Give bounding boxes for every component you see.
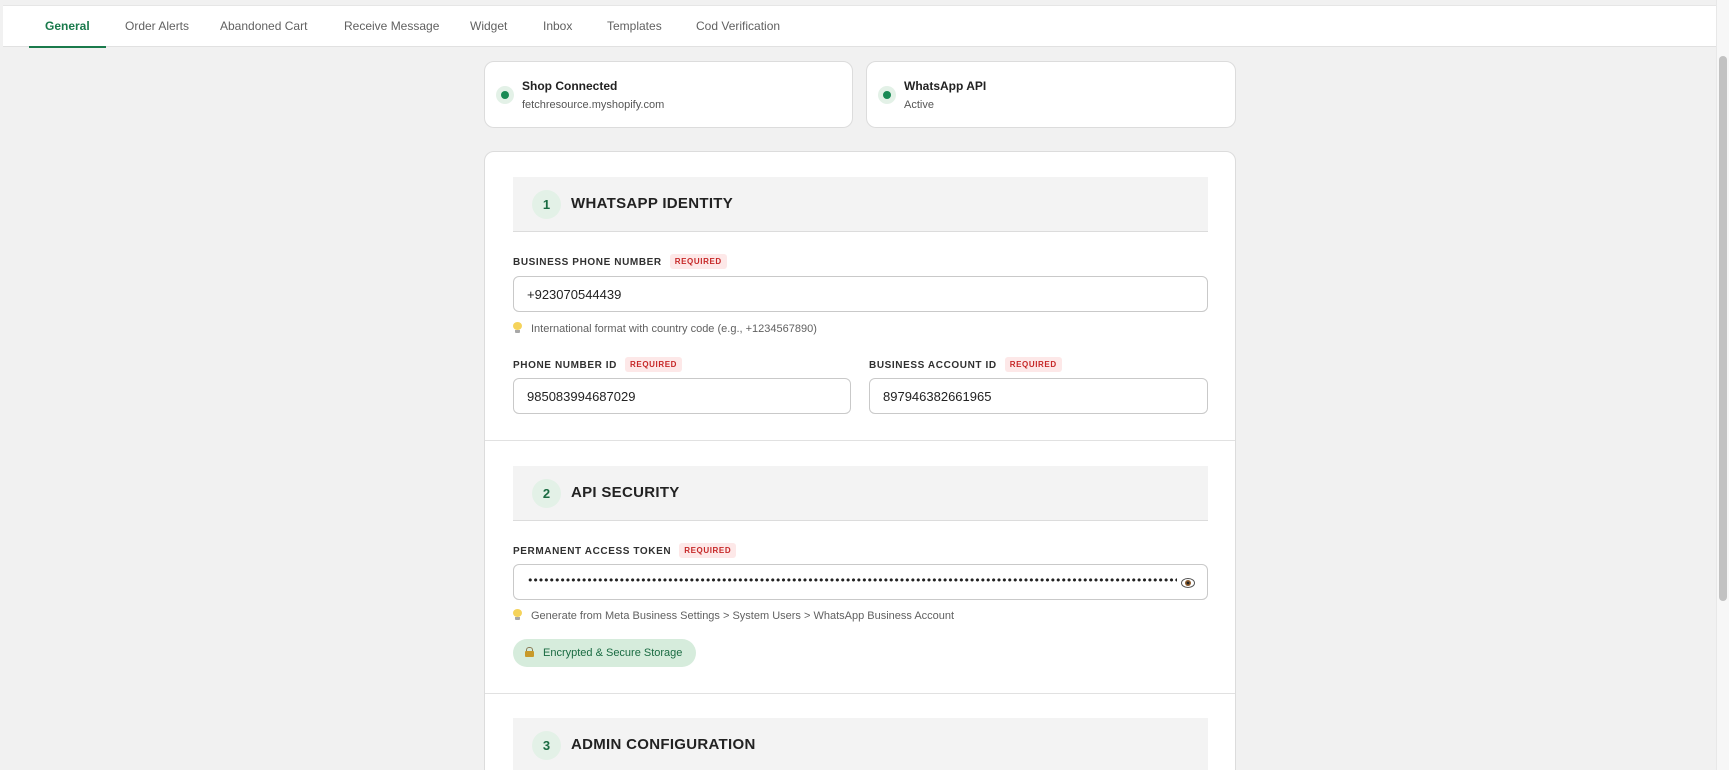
lightbulb-icon [513, 609, 522, 620]
eye-icon[interactable] [1181, 576, 1195, 588]
lock-icon [525, 647, 534, 657]
business-account-id-input[interactable] [869, 378, 1208, 414]
access-token-input[interactable]: ••••••••••••••••••••••••••••••••••••••••… [513, 564, 1208, 600]
tab-general[interactable]: General [29, 6, 106, 48]
business-account-id-label: BUSINESS ACCOUNT ID REQUIRED [869, 357, 1062, 372]
api-status-card: WhatsApp API Active [866, 61, 1236, 128]
phone-number-id-label: PHONE NUMBER ID REQUIRED [513, 357, 683, 372]
settings-card: 1 WHATSAPP IDENTITY BUSINESS PHONE NUMBE… [484, 151, 1236, 770]
required-badge: REQUIRED [625, 357, 683, 372]
section-title: ADMIN CONFIGURATION [571, 736, 756, 753]
shop-status-title: Shop Connected [522, 79, 618, 93]
shop-status-card: Shop Connected fetchresource.myshopify.c… [484, 61, 853, 128]
tab-widget[interactable]: Widget [454, 6, 523, 48]
top-tab-bar: General Order Alerts Abandoned Cart Rece… [3, 5, 1716, 48]
section-divider [485, 693, 1235, 694]
shop-domain: fetchresource.myshopify.com [522, 99, 665, 111]
access-token-label: PERMANENT ACCESS TOKEN REQUIRED [513, 543, 737, 558]
lightbulb-icon [513, 322, 522, 333]
connected-status-icon [496, 86, 514, 104]
section-header-api-security: 2 API SECURITY [513, 466, 1208, 521]
business-phone-label: BUSINESS PHONE NUMBER REQUIRED [513, 254, 727, 269]
tab-inbox[interactable]: Inbox [527, 6, 588, 48]
phone-number-id-input[interactable] [513, 378, 851, 414]
section-number: 3 [532, 731, 561, 760]
access-token-masked-value: ••••••••••••••••••••••••••••••••••••••••… [527, 574, 1177, 587]
section-header-admin-configuration: 3 ADMIN CONFIGURATION [513, 718, 1208, 770]
tab-order-alerts[interactable]: Order Alerts [109, 6, 205, 48]
api-status-value: Active [904, 99, 934, 111]
section-title: API SECURITY [571, 484, 680, 501]
section-header-identity: 1 WHATSAPP IDENTITY [513, 177, 1208, 232]
api-status-title: WhatsApp API [904, 79, 987, 93]
scrollbar-thumb[interactable] [1719, 56, 1727, 601]
active-status-icon [878, 86, 896, 104]
section-title: WHATSAPP IDENTITY [571, 195, 734, 212]
section-number: 2 [532, 479, 561, 508]
business-phone-input[interactable] [513, 276, 1208, 312]
tab-abandoned-cart[interactable]: Abandoned Cart [204, 6, 323, 48]
required-badge: REQUIRED [669, 254, 727, 269]
tab-receive-message[interactable]: Receive Message [328, 6, 455, 48]
section-divider [485, 440, 1235, 441]
access-token-hint: Generate from Meta Business Settings > S… [513, 609, 954, 622]
tab-templates[interactable]: Templates [591, 6, 678, 48]
secure-storage-badge: Encrypted & Secure Storage [513, 639, 697, 667]
required-badge: REQUIRED [679, 543, 737, 558]
required-badge: REQUIRED [1004, 357, 1062, 372]
tab-cod-verification[interactable]: Cod Verification [680, 6, 796, 48]
section-number: 1 [532, 190, 561, 219]
page-scrollbar[interactable] [1716, 0, 1729, 770]
business-phone-hint: International format with country code (… [513, 322, 817, 335]
